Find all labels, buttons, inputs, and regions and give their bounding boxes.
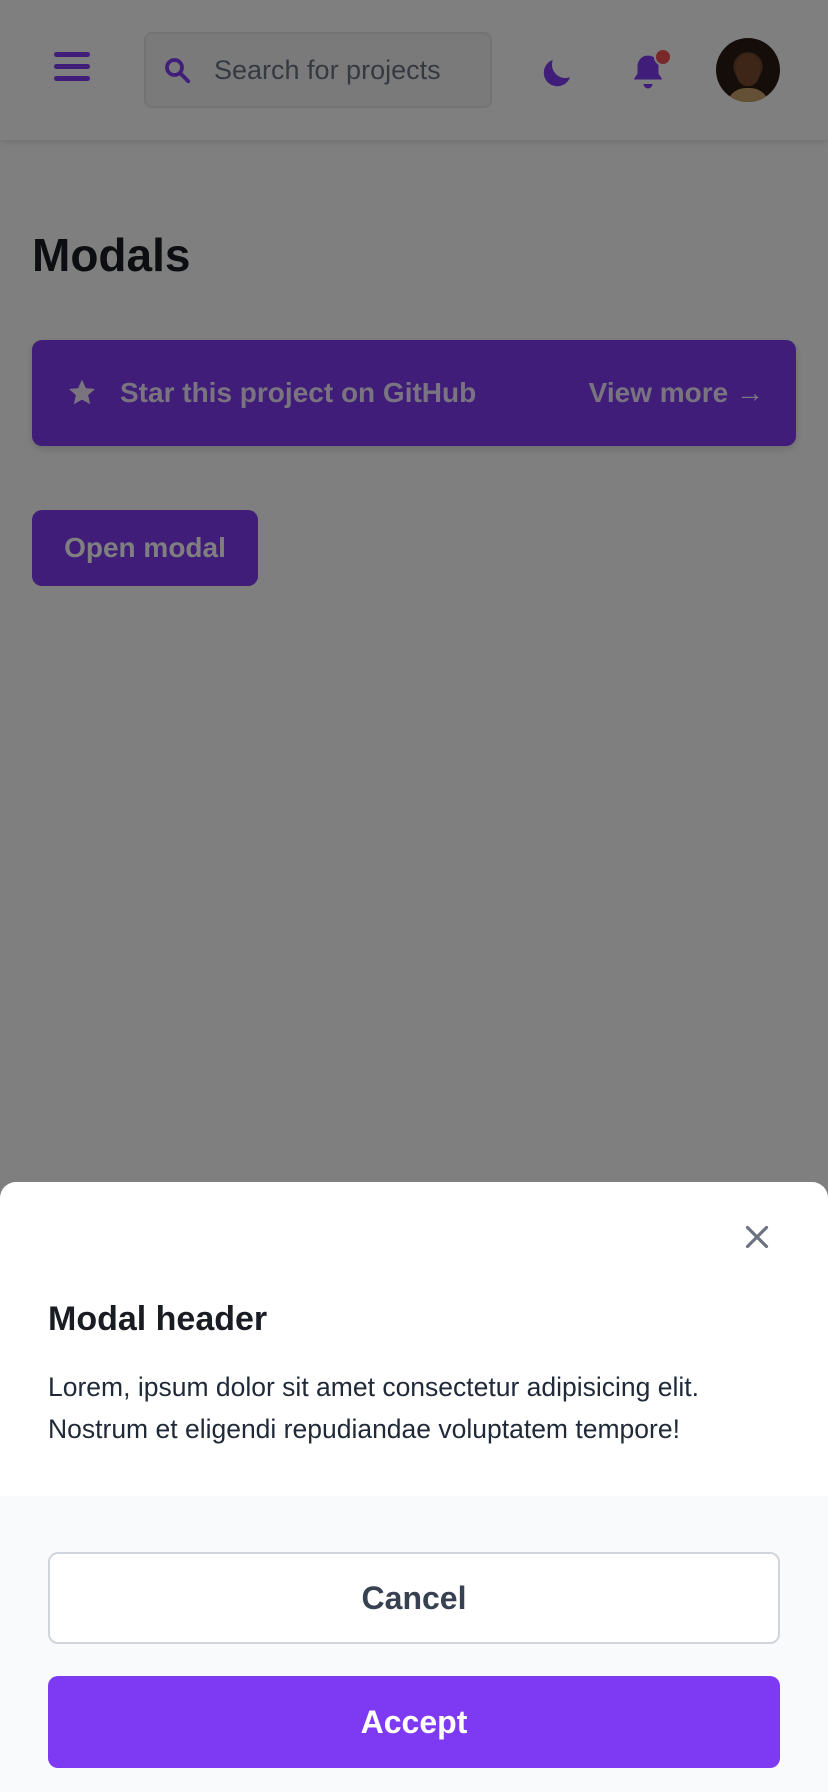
close-icon[interactable] bbox=[738, 1218, 776, 1256]
modal-title: Modal header bbox=[48, 1300, 268, 1338]
cancel-button[interactable]: Cancel bbox=[48, 1552, 780, 1644]
accept-button[interactable]: Accept bbox=[48, 1676, 780, 1768]
modal-body-text: Lorem, ipsum dolor sit amet consectetur … bbox=[48, 1372, 700, 1444]
